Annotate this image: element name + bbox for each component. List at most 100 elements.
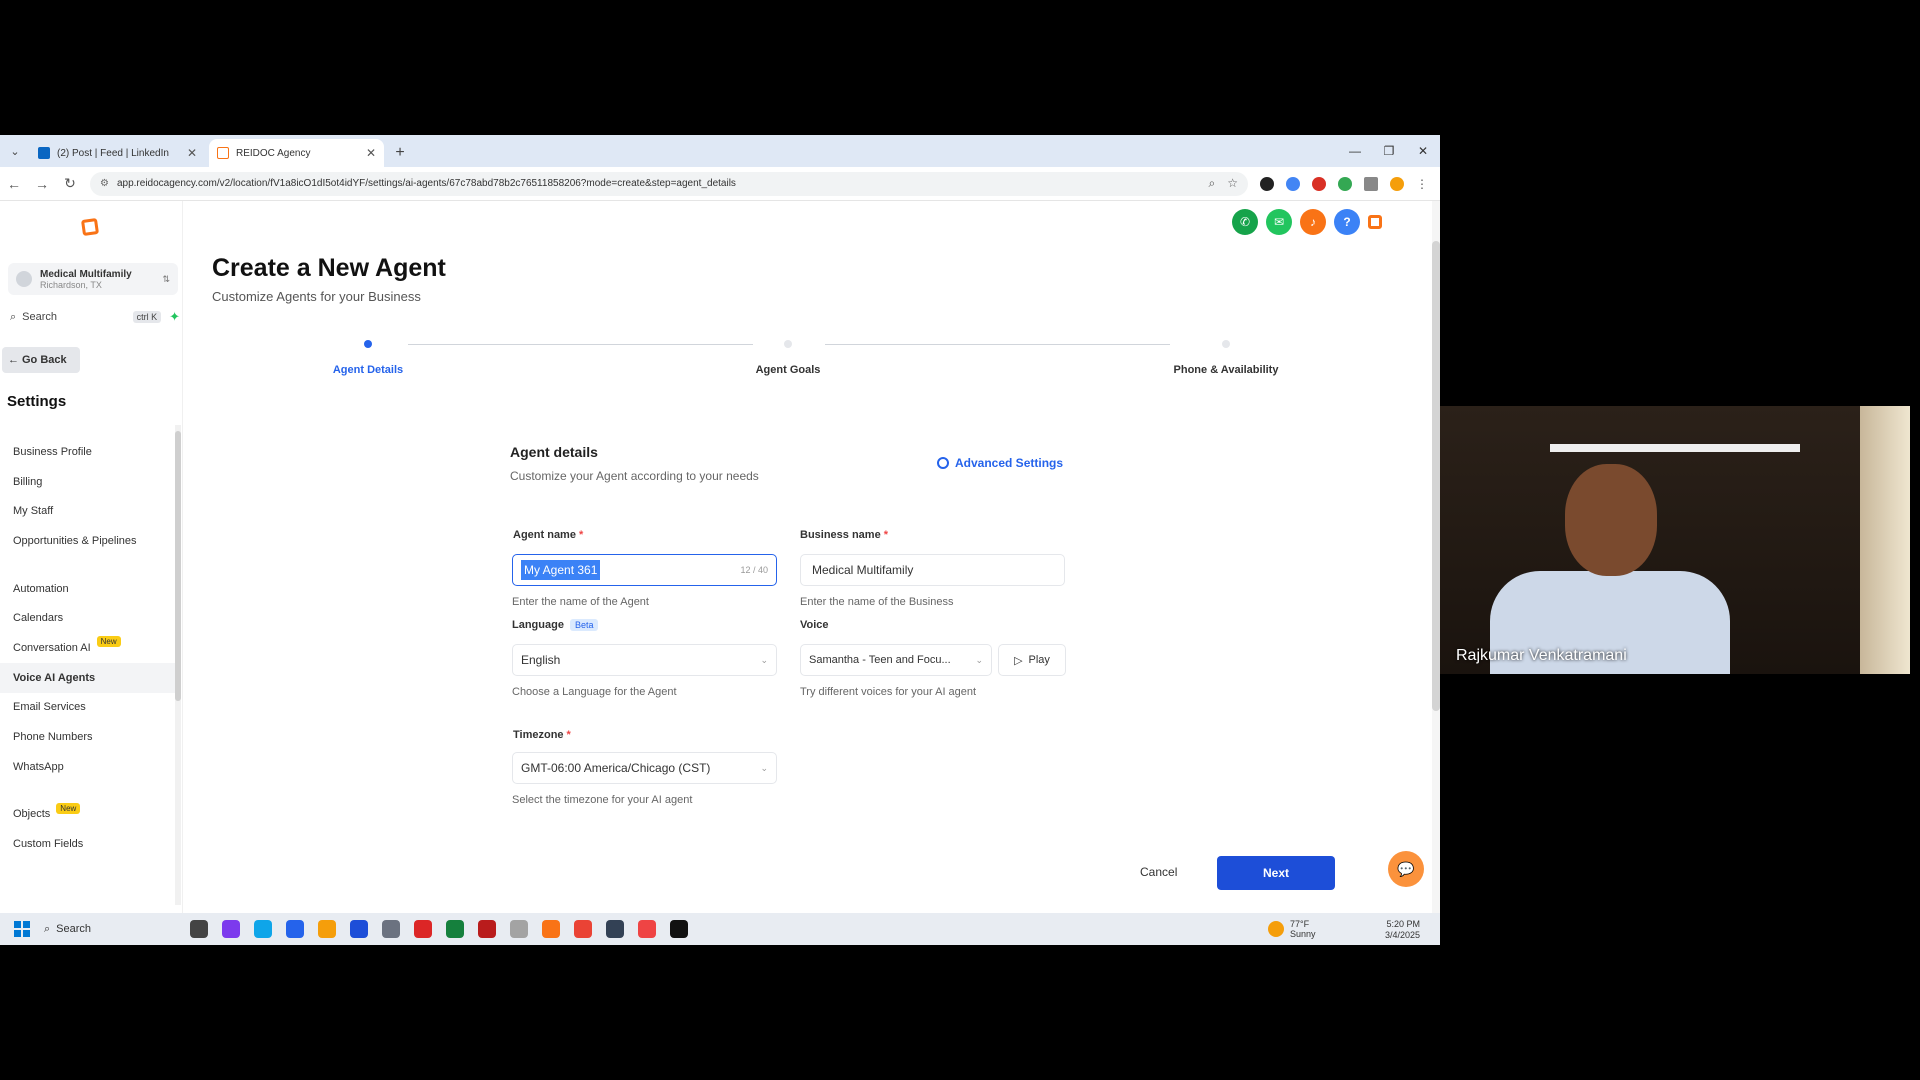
chat-widget-icon[interactable]: 💬 xyxy=(1388,851,1424,887)
notification-bell-icon[interactable]: ♪ xyxy=(1300,209,1326,235)
clock-time: 5:20 PM xyxy=(1386,919,1420,929)
step-agent-details[interactable]: Agent Details xyxy=(333,364,403,376)
word-icon[interactable] xyxy=(350,920,368,938)
new-tab-button[interactable]: + xyxy=(388,139,412,167)
timezone-value: GMT-06:00 America/Chicago (CST) xyxy=(521,761,711,775)
search-icon: ⌕ xyxy=(10,310,17,323)
system-clock[interactable]: 5:20 PM 3/4/2025 xyxy=(1385,919,1420,941)
app-icon[interactable] xyxy=(638,920,656,938)
extensions-puzzle-icon[interactable] xyxy=(1364,176,1378,191)
forward-arrow-icon[interactable]: → xyxy=(28,176,56,192)
browser-menu-icon[interactable]: ⋮ xyxy=(1416,177,1428,191)
sidebar-scrollbar[interactable] xyxy=(175,425,181,905)
page-subtitle: Customize Agents for your Business xyxy=(212,289,421,304)
step-phone-availability[interactable]: Phone & Availability xyxy=(1174,364,1279,376)
timezone-select[interactable]: GMT-06:00 America/Chicago (CST) ⌄ xyxy=(512,752,777,784)
sidebar-item-opportunities-pipelines[interactable]: Opportunities & Pipelines xyxy=(0,526,175,556)
agent-name-input[interactable]: My Agent 361 12 / 40 xyxy=(512,554,777,586)
sidebar-item-voice-ai-agents[interactable]: Voice AI Agents xyxy=(0,662,175,693)
site-info-icon[interactable]: ⚙ xyxy=(100,178,109,189)
app-logo-icon[interactable] xyxy=(80,217,100,237)
close-window-icon[interactable]: ✕ xyxy=(1406,135,1440,167)
screen-share: ⌄ (2) Post | Feed | LinkedIn ✕ REIDOC Ag… xyxy=(0,135,1440,945)
agent-name-value: My Agent 361 xyxy=(521,560,601,580)
play-voice-button[interactable]: ▷ Play xyxy=(998,644,1066,676)
search-icon: ⌕ xyxy=(44,922,51,935)
sidebar-item-objects[interactable]: Objects New xyxy=(0,800,175,830)
app-icon[interactable] xyxy=(606,920,624,938)
reload-icon[interactable]: ↻ xyxy=(56,175,84,192)
extension-icon[interactable] xyxy=(1312,176,1326,191)
voice-select[interactable]: Samantha - Teen and Focu... ⌄ xyxy=(800,644,992,676)
business-name-input[interactable]: Medical Multifamily xyxy=(800,554,1065,586)
chevron-down-icon: ⌄ xyxy=(760,762,768,773)
phone-icon[interactable]: ✆ xyxy=(1232,209,1258,235)
app-logo-icon[interactable] xyxy=(1368,215,1382,229)
close-tab-icon[interactable]: ✕ xyxy=(187,146,197,160)
go-back-button[interactable]: ← Go Back xyxy=(2,347,80,373)
help-icon[interactable]: ? xyxy=(1334,209,1360,235)
file-explorer-icon[interactable] xyxy=(318,920,336,938)
sidebar-item-whatsapp[interactable]: WhatsApp xyxy=(0,752,175,782)
advanced-settings-button[interactable]: Advanced Settings xyxy=(937,456,1063,470)
extension-icon[interactable] xyxy=(1286,176,1300,191)
main-scrollbar[interactable] xyxy=(1432,201,1440,913)
sidebar-item-label: My Staff xyxy=(13,505,54,518)
extension-icon[interactable] xyxy=(1338,176,1352,191)
excel-icon[interactable] xyxy=(446,920,464,938)
sidebar-item-conversation-ai[interactable]: Conversation AI New xyxy=(0,633,175,663)
scrollbar-thumb[interactable] xyxy=(175,431,181,701)
close-tab-icon[interactable]: ✕ xyxy=(366,146,376,160)
sun-icon xyxy=(1268,921,1284,937)
address-bar[interactable]: ⚙ app.reidocagency.com/v2/location/fV1a8… xyxy=(90,171,1248,196)
sidebar-item-billing[interactable]: Billing xyxy=(0,467,175,497)
profile-avatar[interactable] xyxy=(1390,176,1404,191)
weather-widget[interactable]: 77°F Sunny xyxy=(1268,919,1316,939)
back-arrow-icon[interactable]: ← xyxy=(0,176,28,192)
sidebar-item-calendars[interactable]: Calendars xyxy=(0,603,175,633)
chrome-icon[interactable] xyxy=(574,920,592,938)
step-agent-goals[interactable]: Agent Goals xyxy=(756,364,821,376)
cancel-button[interactable]: Cancel xyxy=(1140,865,1177,879)
tab-reidoc[interactable]: REIDOC Agency ✕ xyxy=(209,139,384,167)
sidebar-item-business-profile[interactable]: Business Profile xyxy=(0,437,175,467)
extension-icon[interactable] xyxy=(1260,176,1274,191)
quick-add-icon[interactable]: ✦ xyxy=(169,309,180,325)
minimize-icon[interactable]: — xyxy=(1338,135,1372,167)
form-footer: Cancel Next 💬 xyxy=(183,841,1432,913)
sidebar-item-my-staff[interactable]: My Staff xyxy=(0,496,175,526)
megaphone-icon[interactable]: ✉ xyxy=(1266,209,1292,235)
firefox-icon[interactable] xyxy=(542,920,560,938)
next-button[interactable]: Next xyxy=(1217,856,1335,890)
sidebar-item-custom-fields[interactable]: Custom Fields xyxy=(0,829,175,859)
play-icon: ▷ xyxy=(1014,654,1023,667)
outlook-icon[interactable] xyxy=(286,920,304,938)
calculator-icon[interactable] xyxy=(382,920,400,938)
slack-icon[interactable] xyxy=(510,920,528,938)
step-dot-agent-details xyxy=(364,340,372,348)
sidebar-item-email-services[interactable]: Email Services xyxy=(0,693,175,723)
timezone-help: Select the timezone for your AI agent xyxy=(512,794,693,806)
app-icon[interactable] xyxy=(478,920,496,938)
label-text: Language xyxy=(512,619,564,631)
sidebar-item-phone-numbers[interactable]: Phone Numbers xyxy=(0,722,175,752)
app-icon[interactable] xyxy=(670,920,688,938)
windows-start-icon[interactable] xyxy=(14,921,30,937)
powerpoint-icon[interactable] xyxy=(414,920,432,938)
agent-name-label: Agent name * xyxy=(513,529,583,541)
scrollbar-thumb[interactable] xyxy=(1432,241,1440,711)
tab-search-chevron-icon[interactable]: ⌄ xyxy=(0,135,30,167)
taskbar-search[interactable]: ⌕ Search xyxy=(44,923,174,936)
edge-icon[interactable] xyxy=(254,920,272,938)
language-select[interactable]: English ⌄ xyxy=(512,644,777,676)
sidebar-search[interactable]: ⌕ Search ctrl K ✦ xyxy=(10,307,180,327)
restore-icon[interactable]: ❐ xyxy=(1372,135,1406,167)
location-switcher[interactable]: Medical Multifamily Richardson, TX ⇅ xyxy=(8,263,178,295)
tab-linkedin[interactable]: (2) Post | Feed | LinkedIn ✕ xyxy=(30,139,205,167)
task-view-icon[interactable] xyxy=(190,920,208,938)
sidebar-item-automation[interactable]: Automation xyxy=(0,574,175,604)
location-city: Richardson, TX xyxy=(40,279,102,290)
copilot-icon[interactable] xyxy=(222,920,240,938)
zoom-icon[interactable]: ⌕ xyxy=(1209,176,1216,191)
bookmark-star-icon[interactable]: ☆ xyxy=(1227,176,1238,191)
